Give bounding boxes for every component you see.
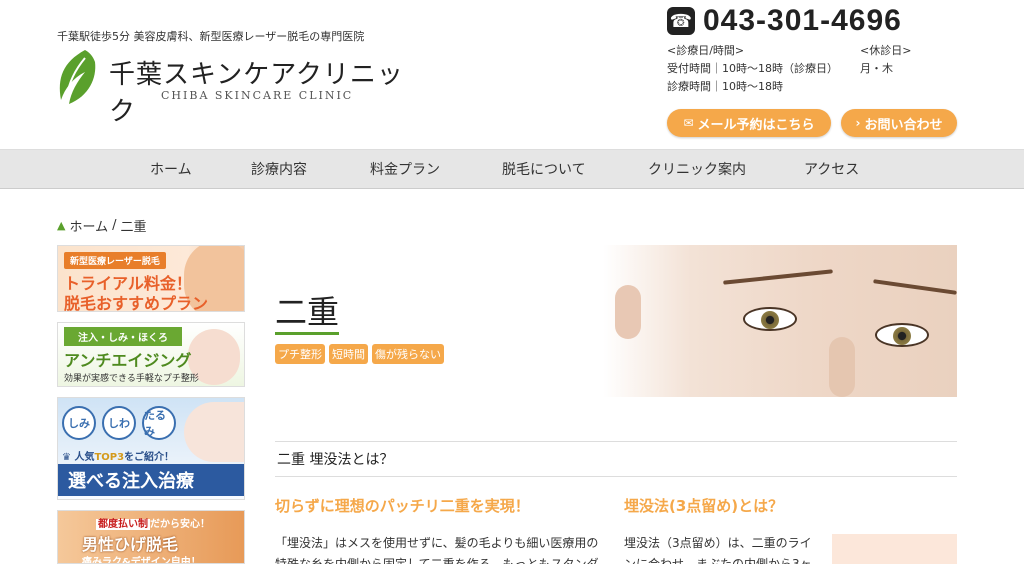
crown-prefix: 人気: [74, 452, 95, 463]
nav-item-treatments[interactable]: 診療内容: [251, 150, 307, 190]
banner-circle-label: しみ: [62, 406, 96, 440]
banner-pill: 新型医療レーザー脱毛: [64, 252, 166, 269]
tag-short-time: 短時間: [329, 344, 368, 364]
nav-item-home[interactable]: ホーム: [150, 150, 192, 190]
global-nav: ホーム 診療内容 料金プラン 脱毛について クリニック案内 アクセス: [0, 149, 1024, 189]
title-underline: [275, 332, 339, 335]
mail-reservation-button[interactable]: ✉ メール予約はこちら: [667, 109, 831, 137]
nav-item-access[interactable]: アクセス: [804, 150, 859, 190]
nav-item-hair-removal[interactable]: 脱毛について: [502, 150, 586, 190]
reception-hours: 受付時間｜10時〜18時（診療日）: [667, 62, 838, 75]
page-title: 二重: [275, 293, 340, 331]
pill-prefix: 都度払い制: [96, 519, 150, 530]
right-subheading: 埋没法(3点留め)とは？: [624, 497, 784, 515]
banner-headline: アンチエイジング: [64, 351, 192, 370]
feature-tags: プチ整形 短時間 傷が残らない: [275, 344, 444, 364]
banner-headline: 選べる注入治療: [58, 464, 244, 496]
contact-label: お問い合わせ: [864, 117, 943, 133]
banner-pill: 注入・しみ・ほくろ: [64, 327, 182, 346]
leaf-logo-icon: [59, 50, 96, 104]
contact-button[interactable]: › お問い合わせ: [841, 109, 957, 137]
envelope-icon: ✉: [683, 116, 694, 130]
side-image-placeholder: [832, 534, 957, 564]
banner-circle-label: しわ: [102, 406, 136, 440]
closed-days: 月・木: [860, 62, 893, 75]
crown-suffix: をご紹介！: [124, 452, 175, 463]
site-tagline: 千葉駅徒歩5分 美容皮膚科、新型医療レーザー脱毛の専門医院: [57, 30, 365, 43]
treatment-hours: 診療時間｜10時〜18時: [667, 80, 783, 93]
nav-item-clinic-info[interactable]: クリニック案内: [648, 150, 746, 190]
banner-model-image: [184, 402, 244, 462]
banner-top3-caption: ♛ 人気TOP3をご紹介！: [62, 448, 174, 463]
pill-suffix: だから安心！: [150, 519, 210, 530]
banner-circle-label: たるみ: [142, 406, 176, 440]
breadcrumb: ▲ ホーム / 二重: [57, 216, 147, 235]
hours-label: <診療日/時間>: [667, 44, 745, 57]
banner-headline: 男性ひげ脱毛: [82, 535, 179, 554]
logo-english-text: CHIBA SKINCARE CLINIC: [161, 89, 354, 102]
hero-eyes-image: [603, 245, 957, 397]
home-icon: ▲: [57, 219, 66, 232]
phone-number: 043-301-4696: [703, 4, 902, 37]
banner-anti-aging[interactable]: 注入・しみ・ほくろ アンチエイジング 効果が実感できる手軽なプチ整形: [57, 322, 245, 387]
clinic-hours: <診療日/時間> <休診日> 受付時間｜10時〜18時（診療日） 月・木 診療時…: [667, 42, 957, 96]
banner-subheadline: 脱毛おすすめプラン: [64, 294, 209, 312]
tag-no-scar: 傷が残らない: [372, 344, 444, 364]
crown-icon: ♛: [62, 452, 71, 463]
mail-reservation-label: メール予約はこちら: [697, 117, 815, 133]
nav-item-pricing[interactable]: 料金プラン: [370, 150, 440, 190]
banner-caption: 効果が実感できる手軽なプチ整形: [64, 374, 199, 384]
breadcrumb-home[interactable]: ホーム: [69, 216, 108, 235]
tag-petit-surgery: プチ整形: [275, 344, 325, 364]
left-subheading: 切らずに理想のパッチリ二重を実現！: [275, 497, 530, 515]
crown-top3: TOP3: [94, 452, 125, 463]
banner-injection-treatment[interactable]: しみ しわ たるみ ♛ 人気TOP3をご紹介！ 選べる注入治療: [57, 397, 245, 500]
section-heading: 二重 埋没法とは？: [275, 441, 957, 477]
banner-mens-beard-removal[interactable]: 都度払い制 だから安心！ 男性ひげ脱毛 痛みラク&デザイン自由！: [57, 510, 245, 564]
banner-hair-removal-trial[interactable]: 新型医療レーザー脱毛 トライアル料金！ 脱毛おすすめプラン: [57, 245, 245, 312]
breadcrumb-current: 二重: [120, 220, 147, 235]
closed-label: <休診日>: [860, 44, 912, 57]
right-paragraph: 埋没法（3点留め）は、二重のラインに合わせ、まぶたの内側から3ヶ: [624, 536, 812, 564]
banner-subheadline: 痛みラク&デザイン自由！: [82, 557, 201, 564]
telephone-icon: ☎: [667, 7, 695, 35]
breadcrumb-separator: /: [112, 218, 117, 233]
phone-number-block[interactable]: ☎ 043-301-4696: [667, 4, 902, 38]
clinic-logo[interactable]: 千葉スキンケアクリニック CHIBA SKINCARE CLINIC: [55, 48, 415, 127]
left-paragraph: 「埋没法」はメスを使用せずに、髪の毛よりも細い医療用の特殊な糸を内側から固定して…: [275, 536, 599, 564]
banner-pill: 都度払い制 だから安心！: [96, 515, 210, 530]
chevron-right-icon: ›: [855, 116, 861, 130]
